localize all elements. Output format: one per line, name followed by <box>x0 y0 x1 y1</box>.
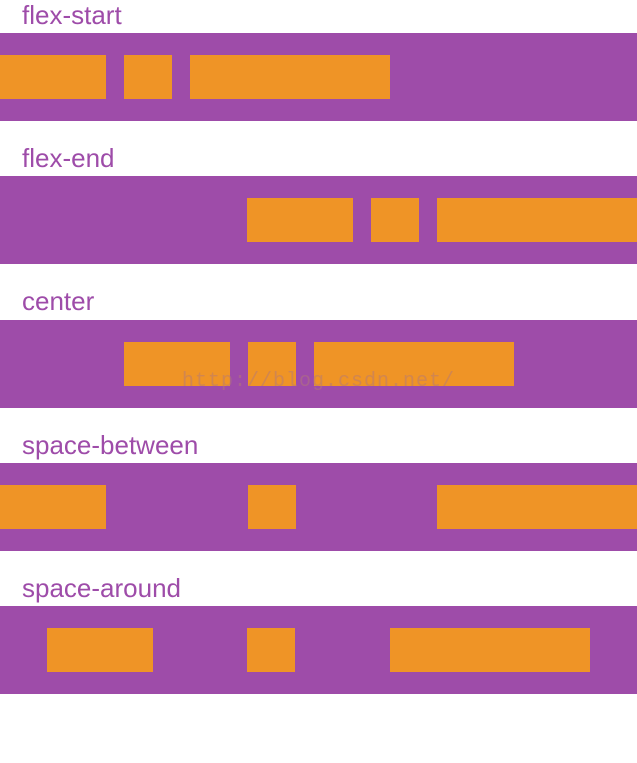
flex-item <box>248 485 296 529</box>
section-flex-start: flex-start <box>0 0 637 121</box>
flex-item <box>0 485 106 529</box>
section-center: center <box>0 286 637 407</box>
container-flex-start <box>0 33 637 121</box>
section-flex-end: flex-end <box>0 143 637 264</box>
flex-item <box>124 342 230 386</box>
container-space-around <box>0 606 637 694</box>
section-space-around: space-around <box>0 573 637 694</box>
label-flex-start: flex-start <box>0 0 637 31</box>
flex-item <box>247 628 295 672</box>
label-flex-end: flex-end <box>0 143 637 174</box>
flex-item <box>437 485 637 529</box>
flex-item <box>247 198 353 242</box>
flex-item <box>47 628 153 672</box>
flex-item <box>314 342 514 386</box>
container-flex-end <box>0 176 637 264</box>
section-space-between: space-between <box>0 430 637 551</box>
flex-item <box>437 198 637 242</box>
flex-item <box>248 342 296 386</box>
label-center: center <box>0 286 637 317</box>
flex-item <box>371 198 419 242</box>
container-space-between <box>0 463 637 551</box>
flex-item <box>390 628 590 672</box>
flex-item <box>124 55 172 99</box>
flex-item <box>190 55 390 99</box>
flex-item <box>0 55 106 99</box>
label-space-around: space-around <box>0 573 637 604</box>
container-center <box>0 320 637 408</box>
label-space-between: space-between <box>0 430 637 461</box>
